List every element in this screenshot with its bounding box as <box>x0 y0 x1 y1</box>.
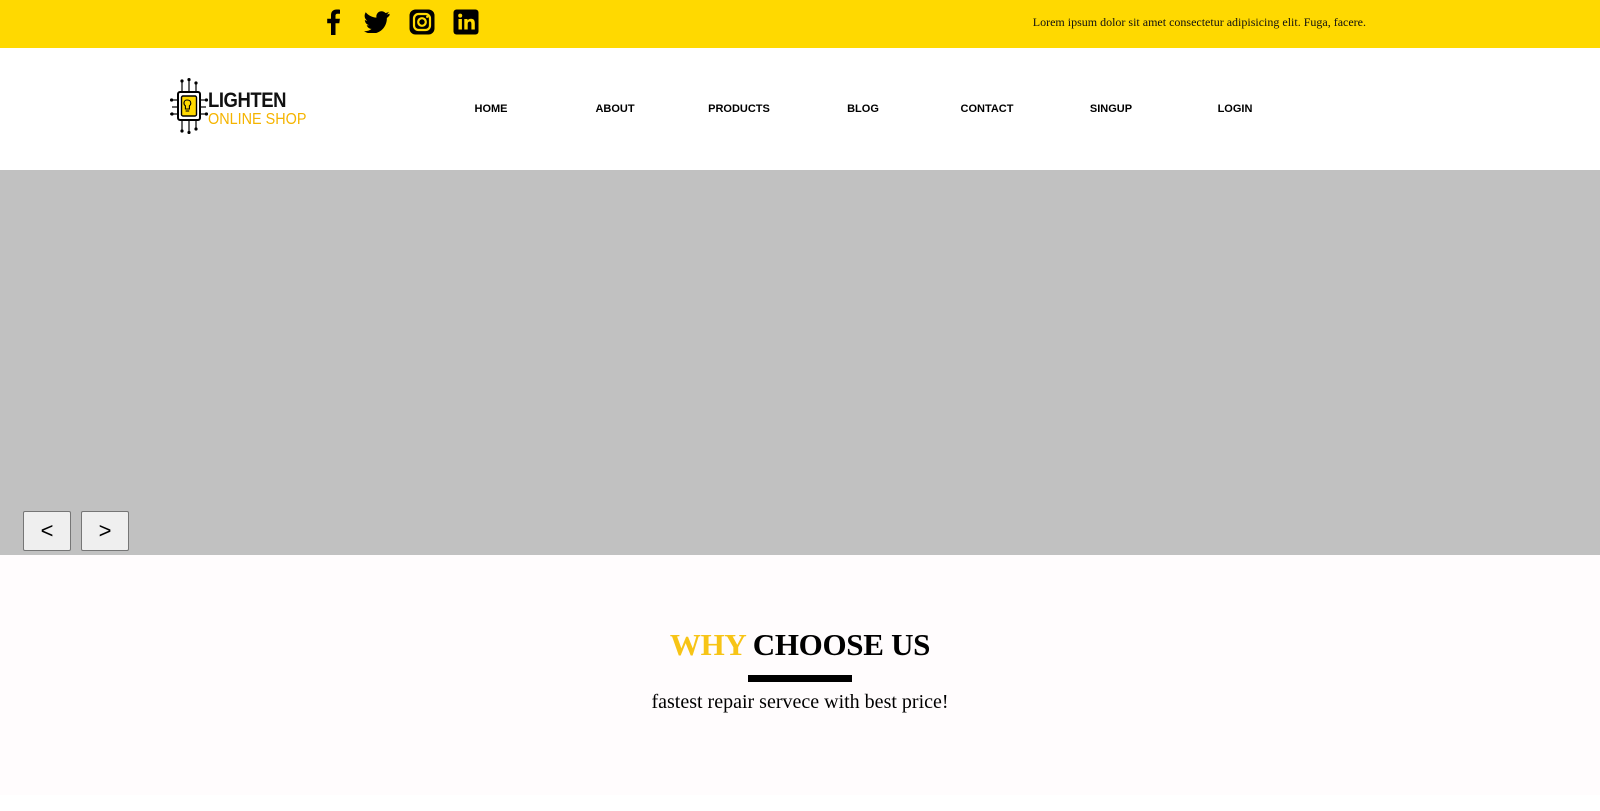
facebook-icon[interactable] <box>319 8 347 36</box>
site-header: LIGHTEN ONLINE SHOP HOME ABOUT PRODUCTS … <box>0 48 1600 170</box>
hero-slider: < > <box>0 170 1600 555</box>
nav-contact[interactable]: CONTACT <box>961 103 1014 115</box>
nav-about[interactable]: ABOUT <box>595 103 634 115</box>
nav-home[interactable]: HOME <box>475 103 508 115</box>
nav-signup[interactable]: SINGUP <box>1090 103 1132 115</box>
topbar-tagline: Lorem ipsum dolor sit amet consectetur a… <box>1032 15 1366 29</box>
section-subtitle: fastest repair servece with best price! <box>651 691 949 713</box>
section-title-accent: WHY <box>669 627 746 662</box>
why-choose-us-section: WHY CHOOSE US fastest repair servece wit… <box>0 555 1600 795</box>
slider-prev-button[interactable]: < <box>23 511 71 551</box>
logo-title: LIGHTEN <box>208 89 287 112</box>
circuit-chip-icon <box>170 78 208 134</box>
nav-products[interactable]: PRODUCTS <box>708 103 770 115</box>
logo-subtitle: ONLINE SHOP <box>208 111 307 128</box>
section-title-main: CHOOSE US <box>752 627 931 662</box>
twitter-icon[interactable] <box>363 8 391 36</box>
nav-login[interactable]: LOGIN <box>1218 103 1253 115</box>
top-bar: Lorem ipsum dolor sit amet consectetur a… <box>0 0 1600 48</box>
slider-next-button[interactable]: > <box>81 511 129 551</box>
site-logo[interactable]: LIGHTEN ONLINE SHOP <box>170 78 306 134</box>
nav-blog[interactable]: BLOG <box>847 103 879 115</box>
section-title: WHY CHOOSE US <box>0 627 1600 663</box>
instagram-icon[interactable] <box>408 8 436 36</box>
title-underline <box>748 675 852 682</box>
linkedin-icon[interactable] <box>452 8 480 36</box>
